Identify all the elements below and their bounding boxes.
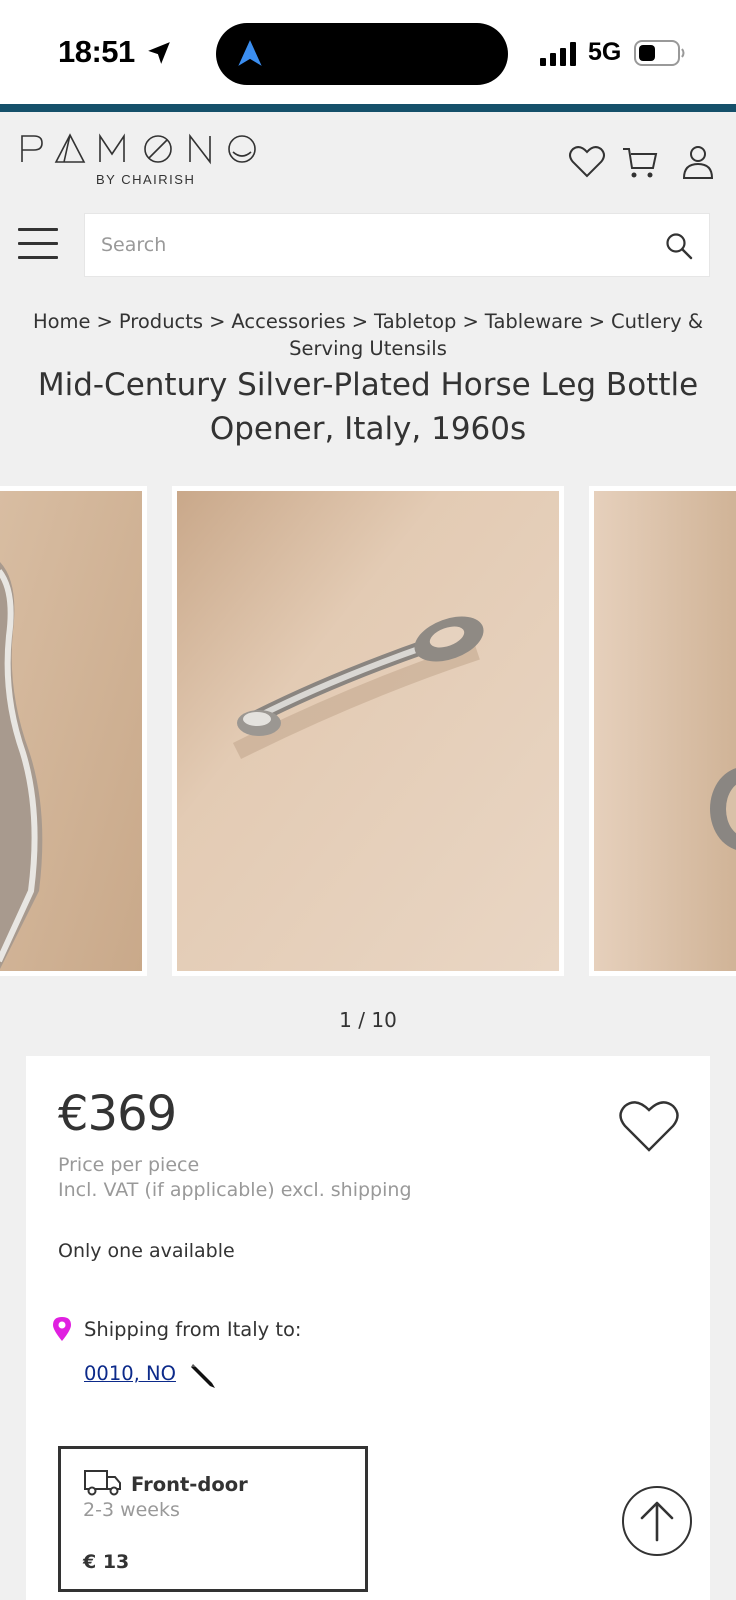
menu-icon[interactable] [18, 228, 58, 262]
product-photo [594, 491, 736, 971]
delivery-price: € 13 [83, 1551, 130, 1573]
status-bar: 18:51 5G [0, 0, 736, 104]
search-bar [84, 213, 710, 277]
delivery-time: 2-3 weeks [83, 1499, 180, 1521]
vat-note: Incl. VAT (if applicable) excl. shipping [58, 1179, 412, 1201]
image-counter: 1 / 10 [339, 1008, 397, 1032]
price-note: Price per piece [58, 1154, 200, 1176]
gallery-slide-next[interactable] [589, 486, 736, 976]
search-input[interactable] [101, 214, 641, 276]
image-gallery[interactable] [0, 486, 736, 976]
logo-subtitle: BY CHAIRISH [96, 172, 196, 187]
gallery-slide-prev[interactable] [0, 486, 147, 976]
scroll-to-top-button[interactable] [622, 1486, 692, 1556]
location-arrow-icon [148, 42, 170, 64]
status-time: 18:51 [58, 34, 135, 69]
favorite-heart-icon[interactable] [618, 1098, 680, 1154]
pencil-icon[interactable] [188, 1360, 218, 1390]
breadcrumb-accessories[interactable]: Accessories [231, 310, 345, 333]
arrow-up-icon [640, 1501, 674, 1542]
breadcrumb-products[interactable]: Products [119, 310, 203, 333]
heart-icon[interactable] [568, 144, 606, 180]
gallery-slide-main[interactable] [172, 486, 564, 976]
product-title: Mid-Century Silver-Plated Horse Leg Bott… [37, 367, 699, 447]
signal-icon [540, 42, 576, 66]
delivery-name: Front-door [131, 1473, 248, 1496]
price: €369 [58, 1086, 177, 1142]
breadcrumb: Home > Products > Accessories > Tabletop > Table… [32, 310, 704, 360]
dynamic-island [216, 23, 508, 85]
product-photo [0, 491, 142, 971]
cart-icon[interactable] [621, 144, 659, 180]
breadcrumb-home[interactable]: Home [33, 310, 91, 333]
breadcrumb-tabletop[interactable]: Tabletop [374, 310, 456, 333]
navigation-icon [238, 40, 262, 66]
location-pin-icon [53, 1317, 71, 1341]
product-card: €369 Price per piece Incl. VAT (if appli… [26, 1056, 710, 1600]
availability: Only one available [58, 1240, 235, 1262]
battery-icon [634, 40, 685, 66]
search-icon[interactable] [665, 232, 693, 260]
accent-bar [0, 104, 736, 112]
shipping-destination-link[interactable]: 0010, NO [84, 1362, 176, 1385]
shipping-label: Shipping from Italy to: [84, 1318, 302, 1341]
user-icon[interactable] [679, 144, 717, 180]
truck-icon [84, 1470, 121, 1496]
network-type: 5G [588, 38, 622, 66]
delivery-option-front-door[interactable]: Front-door 2-3 weeks € 13 [58, 1446, 368, 1592]
breadcrumb-tableware[interactable]: Tableware [485, 310, 583, 333]
product-photo [177, 491, 559, 971]
